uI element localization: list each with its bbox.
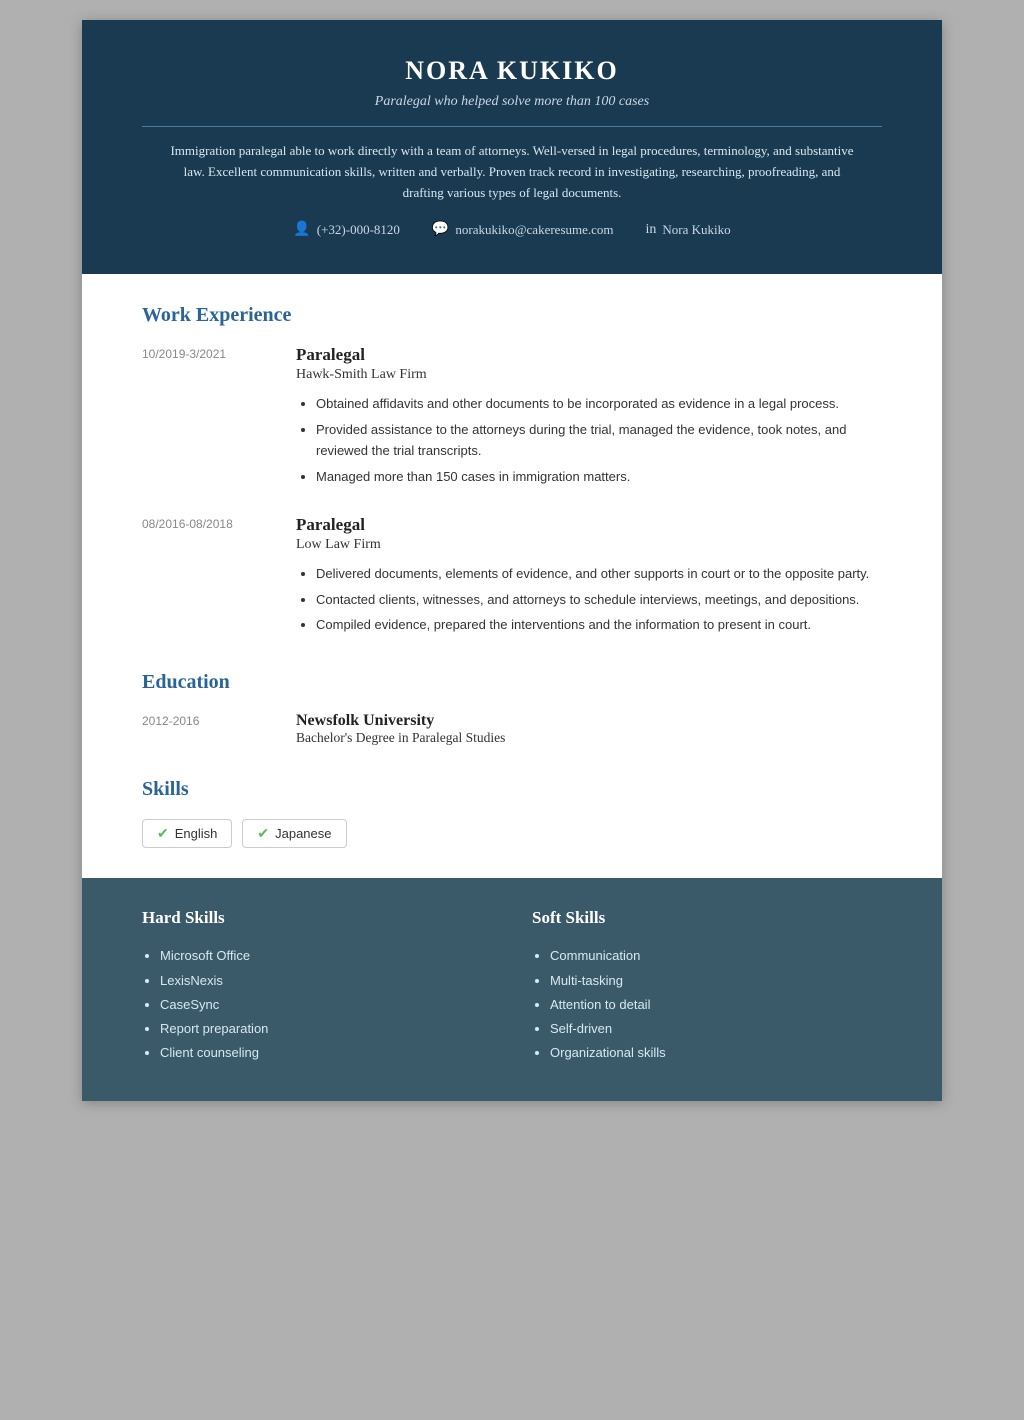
contact-phone: 👤 (+32)-000-8120 [293, 221, 400, 238]
soft-skills-list: Communication Multi-tasking Attention to… [532, 944, 882, 1064]
contact-email: 💬 norakukiko@cakeresume.com [432, 221, 614, 238]
resume-container: NORA KUKIKO Paralegal who helped solve m… [82, 20, 942, 1101]
education-date-1: 2012-2016 [142, 712, 272, 746]
soft-skill-2: Multi-tasking [550, 969, 882, 993]
job-item-2: 08/2016-08/2018 Paralegal Low Law Firm D… [142, 515, 882, 639]
hard-skills-list: Microsoft Office LexisNexis CaseSync Rep… [142, 944, 492, 1064]
skill-tag-japanese: ✔ Japanese [242, 819, 346, 848]
soft-skills-title: Soft Skills [532, 908, 882, 928]
main-content: Work Experience 10/2019-3/2021 Paralegal… [82, 274, 942, 878]
job-item-1: 10/2019-3/2021 Paralegal Hawk-Smith Law … [142, 345, 882, 491]
education-school-1: Newsfolk University [296, 712, 882, 730]
hard-skills-title: Hard Skills [142, 908, 492, 928]
soft-skill-3: Attention to detail [550, 993, 882, 1017]
bullet-1-1: Obtained affidavits and other documents … [316, 393, 882, 414]
job-company-1: Hawk-Smith Law Firm [296, 367, 882, 383]
job-title-2: Paralegal [296, 515, 882, 535]
contact-bar: 👤 (+32)-000-8120 💬 norakukiko@cakeresume… [142, 221, 882, 254]
skills-section: Skills ✔ English ✔ Japanese [142, 778, 882, 848]
check-icon-japanese: ✔ [257, 825, 269, 842]
email-address: norakukiko@cakeresume.com [455, 222, 613, 238]
bullet-2-2: Contacted clients, witnesses, and attorn… [316, 589, 882, 610]
bullet-1-3: Managed more than 150 cases in immigrati… [316, 466, 882, 487]
education-section: Education 2012-2016 Newsfolk University … [142, 671, 882, 746]
soft-skill-5: Organizational skills [550, 1041, 882, 1065]
phone-number: (+32)-000-8120 [317, 222, 400, 238]
candidate-name: NORA KUKIKO [142, 56, 882, 86]
header-divider [142, 126, 882, 127]
job-bullets-1: Obtained affidavits and other documents … [296, 393, 882, 487]
skill-label-japanese: Japanese [275, 826, 331, 841]
education-item-1: 2012-2016 Newsfolk University Bachelor's… [142, 712, 882, 746]
email-icon: 💬 [432, 221, 449, 238]
linkedin-icon: in [646, 222, 657, 238]
skills-tags: ✔ English ✔ Japanese [142, 819, 882, 848]
header-section: NORA KUKIKO Paralegal who helped solve m… [82, 20, 942, 274]
hard-skill-3: CaseSync [160, 993, 492, 1017]
education-degree-1: Bachelor's Degree in Paralegal Studies [296, 730, 882, 746]
skill-label-english: English [175, 826, 218, 841]
job-company-2: Low Law Firm [296, 537, 882, 553]
education-title: Education [142, 671, 882, 694]
hard-skill-2: LexisNexis [160, 969, 492, 993]
hard-skill-5: Client counseling [160, 1041, 492, 1065]
education-details-1: Newsfolk University Bachelor's Degree in… [296, 712, 882, 746]
contact-linkedin: in Nora Kukiko [646, 221, 731, 238]
bullet-2-3: Compiled evidence, prepared the interven… [316, 614, 882, 635]
skill-tag-english: ✔ English [142, 819, 232, 848]
job-date-2: 08/2016-08/2018 [142, 515, 272, 639]
skills-title: Skills [142, 778, 882, 801]
linkedin-name: Nora Kukiko [662, 222, 730, 238]
job-date-1: 10/2019-3/2021 [142, 345, 272, 491]
bottom-section: Hard Skills Microsoft Office LexisNexis … [82, 878, 942, 1100]
hard-skill-1: Microsoft Office [160, 944, 492, 968]
candidate-subtitle: Paralegal who helped solve more than 100… [142, 94, 882, 110]
phone-icon: 👤 [293, 221, 310, 238]
bullet-2-1: Delivered documents, elements of evidenc… [316, 563, 882, 584]
soft-skill-1: Communication [550, 944, 882, 968]
work-experience-title: Work Experience [142, 304, 882, 327]
soft-skill-4: Self-driven [550, 1017, 882, 1041]
bullet-1-2: Provided assistance to the attorneys dur… [316, 419, 882, 462]
hard-skill-4: Report preparation [160, 1017, 492, 1041]
job-details-1: Paralegal Hawk-Smith Law Firm Obtained a… [296, 345, 882, 491]
hard-skills-col: Hard Skills Microsoft Office LexisNexis … [142, 908, 492, 1064]
header-summary: Immigration paralegal able to work direc… [162, 141, 862, 203]
work-experience-section: Work Experience 10/2019-3/2021 Paralegal… [142, 304, 882, 639]
job-bullets-2: Delivered documents, elements of evidenc… [296, 563, 882, 635]
soft-skills-col: Soft Skills Communication Multi-tasking … [532, 908, 882, 1064]
job-details-2: Paralegal Low Law Firm Delivered documen… [296, 515, 882, 639]
job-title-1: Paralegal [296, 345, 882, 365]
check-icon-english: ✔ [157, 825, 169, 842]
